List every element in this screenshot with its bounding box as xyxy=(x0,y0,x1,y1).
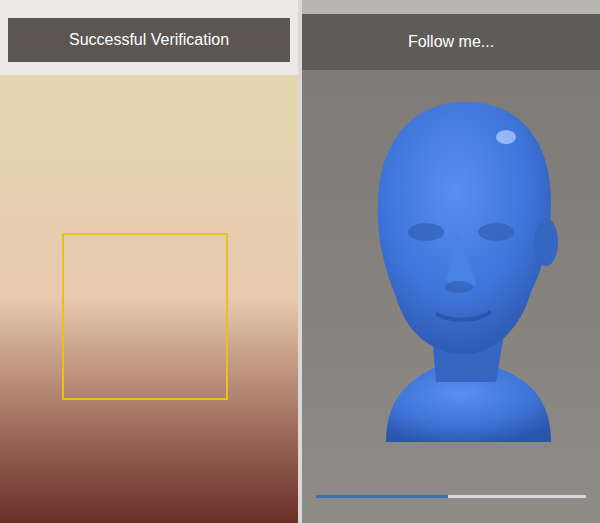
verification-header: Successful Verification xyxy=(8,18,290,62)
head-guide-icon xyxy=(346,92,586,452)
progress-fill xyxy=(316,495,448,498)
progress-bar xyxy=(316,495,586,498)
face-photo xyxy=(0,75,298,523)
camera-feed xyxy=(302,70,600,523)
app: Successful Verification Follow me... xyxy=(0,0,600,523)
liveness-panel: Follow me... xyxy=(302,0,600,523)
verification-panel: Successful Verification xyxy=(0,0,298,523)
face-detection-box xyxy=(62,233,228,400)
liveness-header: Follow me... xyxy=(302,14,600,70)
